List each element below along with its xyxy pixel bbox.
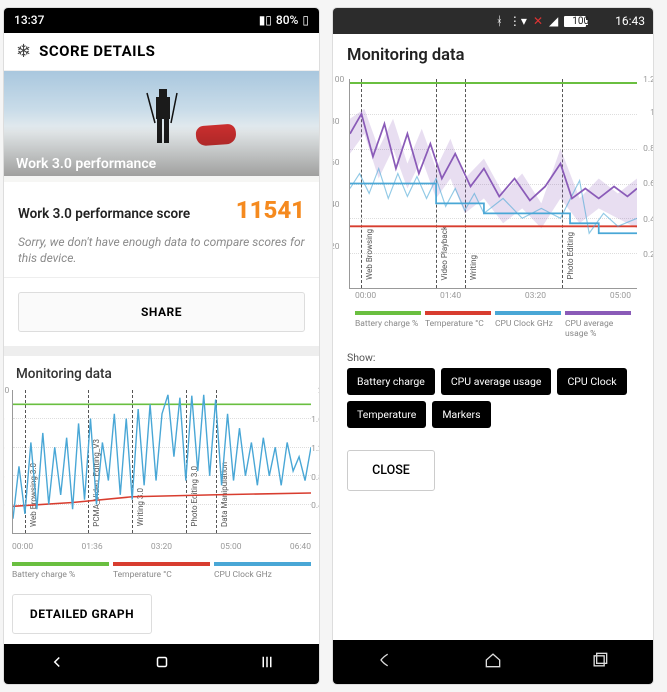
xtick: 01:36: [81, 542, 102, 552]
ytick: 40: [4, 473, 5, 483]
monitoring-chart-left: 100 80 60 40 20 2GHz 1.6GHz 1.2GHz 0.8GH…: [12, 390, 311, 534]
legend-bars: [12, 562, 311, 566]
legend-item: CPU Clock GHz: [214, 570, 311, 580]
legend-item: Battery charge %: [355, 319, 421, 339]
skier-icon: [139, 83, 185, 155]
chart-svg: [350, 79, 637, 288]
rytick: 0.4GHz: [643, 215, 653, 225]
section-title: Monitoring data: [4, 346, 319, 390]
status-time: 16:43: [615, 14, 645, 28]
share-button[interactable]: SHARE: [18, 292, 305, 332]
xtick: 00:00: [355, 291, 376, 301]
battery-pct: 100: [572, 16, 589, 27]
ytick: 60: [4, 444, 5, 454]
status-time: 13:37: [14, 13, 44, 27]
xaxis: 00:00 01:40 03:20 05:00: [355, 291, 631, 301]
legend-labels: Battery charge % Temperature °C CPU Cloc…: [12, 570, 311, 580]
page-title: Monitoring data: [347, 46, 639, 65]
battery-icon: ▯: [302, 13, 309, 27]
score-note: Sorry, we don't have enough data to comp…: [18, 234, 305, 266]
pill-temperature[interactable]: Temperature: [347, 401, 426, 428]
xtick: 03:20: [151, 542, 172, 552]
legend-labels: Battery charge % Temperature °C CPU Cloc…: [355, 319, 631, 339]
detailed-graph-button[interactable]: DETAILED GRAPH: [12, 594, 152, 634]
hero-image: Work 3.0 performance: [4, 71, 319, 182]
ytick: 100: [4, 386, 9, 396]
legend-item: CPU average usage %: [565, 319, 631, 339]
pill-battery[interactable]: Battery charge: [347, 368, 435, 395]
xtick: 05:00: [220, 542, 241, 552]
wifi-icon: ⋮▾: [509, 14, 527, 28]
home-icon[interactable]: [153, 653, 171, 675]
xtick: 05:00: [610, 291, 631, 301]
phone-right: ᚼ ⋮▾ ✕ ◢ 100 16:43 Monitoring data 100 8…: [333, 8, 653, 684]
filter-pills: Battery charge CPU average usage CPU Clo…: [347, 368, 639, 428]
home-icon[interactable]: [483, 650, 503, 674]
recents-icon[interactable]: [590, 650, 610, 674]
page-header: ❄ SCORE DETAILS: [4, 33, 319, 71]
legend-item: Battery charge %: [12, 570, 109, 580]
bluetooth-icon: ᚼ: [496, 14, 503, 28]
phone-left: 13:37 ▮▯ 80% ▯ ❄ SCORE DETAILS Work 3.0 …: [4, 8, 319, 684]
ytick: 80: [333, 117, 340, 127]
signal-icon: ▮▯: [259, 13, 272, 27]
rytick: 1.6GHz: [311, 415, 319, 425]
android-navbar: [333, 640, 653, 684]
rytick: 0.6GHz: [643, 179, 653, 189]
rytick: 0.2GHz: [643, 250, 653, 260]
rytick: 2GHz: [318, 386, 319, 396]
legend-item: CPU Clock GHz: [495, 319, 561, 339]
recents-icon[interactable]: [258, 653, 276, 675]
rytick: 0.8GHz: [643, 144, 653, 154]
ytick: 40: [333, 200, 340, 210]
cell-icon: ◢: [549, 14, 558, 28]
sled-icon: [195, 124, 236, 147]
back-icon[interactable]: [48, 653, 66, 675]
ytick: 20: [4, 501, 5, 511]
xtick: 03:20: [525, 291, 546, 301]
pill-cpu-clock[interactable]: CPU Clock: [557, 368, 626, 395]
rytick: 1GHz: [650, 108, 653, 118]
xaxis: 00:00 01:36 03:20 05:00 06:40: [12, 542, 311, 552]
statusbar-right: ᚼ ⋮▾ ✕ ◢ 100 16:43: [333, 8, 653, 34]
show-label: Show:: [347, 351, 639, 364]
xtick: 06:40: [290, 542, 311, 552]
xtick: 00:00: [12, 542, 33, 552]
xtick: 01:40: [440, 291, 461, 301]
pill-markers[interactable]: Markers: [432, 401, 490, 428]
score-label: Work 3.0 performance score: [18, 206, 190, 222]
ytick: 60: [333, 158, 340, 168]
hero-label: Work 3.0 performance: [16, 156, 156, 172]
score-value: 11541: [236, 196, 305, 224]
rytick: 1.2GHz: [311, 444, 319, 454]
legend-item: Temperature °C: [425, 319, 491, 339]
statusbar-left: 13:37 ▮▯ 80% ▯: [4, 8, 319, 33]
pill-cpu-avg[interactable]: CPU average usage: [441, 368, 552, 395]
page-title: SCORE DETAILS: [39, 42, 155, 60]
monitoring-chart-right: 100 80 60 40 20 1.2GHz 1GHz 0.8GHz 0.6GH…: [349, 79, 637, 289]
battery-pct: 80%: [276, 13, 298, 27]
chart-svg: [13, 390, 311, 533]
ytick: 20: [333, 242, 340, 252]
rytick: 1.2GHz: [643, 75, 653, 85]
signal-icon: ✕: [533, 14, 543, 28]
android-navbar: [4, 644, 319, 684]
ytick: 80: [4, 415, 5, 425]
ytick: 100: [333, 75, 344, 85]
rytick: 0.8GHz: [311, 473, 319, 483]
snowflake-icon: ❄: [16, 41, 31, 62]
legend-bars: [355, 311, 631, 315]
score-card: Work 3.0 performance score 11541 Sorry, …: [4, 182, 319, 277]
rytick: 0.4GHz: [311, 501, 319, 511]
back-icon[interactable]: [376, 650, 396, 674]
legend-item: Temperature °C: [113, 570, 210, 580]
close-button[interactable]: CLOSE: [347, 450, 435, 491]
